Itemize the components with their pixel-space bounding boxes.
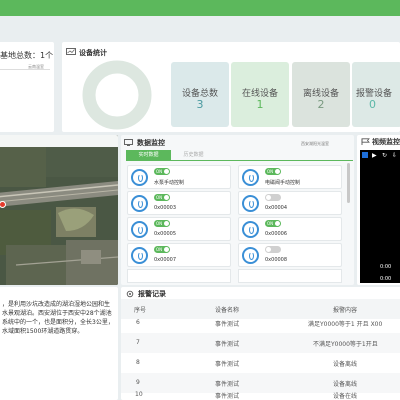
stat-online-value: 1 [256,98,264,111]
alarm-title: 报警记录 [138,290,166,298]
power-icon[interactable] [131,169,148,186]
cell-content: 不满足Y0000等于1开且 [313,341,378,348]
play-icon[interactable]: ▶ [372,152,377,159]
video-time: 0:00 [380,264,392,270]
cell-id: 8 [136,359,140,366]
control-item: 0x00004 [238,191,342,215]
power-icon[interactable] [242,195,259,212]
control-toggle[interactable]: ON [265,168,281,175]
power-icon[interactable] [242,247,259,264]
monitor-title: 数据监控 [137,139,165,147]
cell-content: 设备离线 [333,381,358,388]
cell-id: 6 [136,319,140,326]
scrollbar[interactable] [347,163,350,203]
control-name: 水泵手动控制 [154,180,185,186]
power-icon[interactable] [242,221,259,238]
video-time-2: 0:00 [380,276,392,282]
control-toggle[interactable]: ON [265,220,281,227]
download-icon[interactable]: ⇩ [392,152,397,159]
stat-online: 在线设备 1 [231,62,289,127]
gear-icon [126,290,134,298]
cell-device: 事件测试 [215,381,240,388]
cell-content: 设备在线 [333,393,358,400]
control-item [238,269,342,283]
tab-history[interactable]: 历史数据 [171,150,216,160]
control-toggle[interactable]: ON [154,168,170,175]
table-row[interactable]: 10 事件测试 设备在线 [121,391,400,400]
table-row[interactable]: 9 事件测试 设备离线 [121,373,400,393]
tab-underline [126,160,353,161]
control-name: 0x00007 [154,257,177,263]
control-name: 0x00003 [154,205,177,211]
control-item [127,269,231,283]
device-stats-panel: 设备统计 设备总数 3 在线设备 1 离线设备 2 报警设备 0 [62,42,400,132]
power-icon[interactable] [131,195,148,212]
flag-icon [361,138,370,145]
satellite-map[interactable] [0,135,118,285]
cell-device: 事件测试 [215,393,240,400]
cell-id: 7 [136,339,140,346]
control-item: ON 0x00003 [127,191,231,215]
control-toggle[interactable] [265,246,281,253]
control-item: ON 0x00007 [127,243,231,267]
cell-content: 满足Y0000等于1 开且 X00 [308,321,383,328]
table-row[interactable]: 7 事件测试 不满足Y0000等于1开且 [121,333,400,353]
control-item: ON 0x00005 [127,217,231,241]
cell-device: 事件测试 [215,321,240,328]
control-toggle[interactable] [265,194,281,201]
tab-realtime[interactable]: 实时数据 [126,150,171,160]
refresh-icon[interactable]: ↻ [382,152,387,159]
data-monitor-panel: 数据监控 西安湖阳光温室 实时数据 历史数据 ON 水泵手动控制 ON 电磁阀手… [121,135,354,285]
map-imagery [0,135,118,285]
control-name: 0x00005 [154,231,177,237]
cell-id: 10 [135,391,143,398]
control-toggle[interactable]: ON [154,220,170,227]
video-tab-icon[interactable] [362,152,368,158]
control-toggle[interactable]: ON [154,246,170,253]
monitor-icon [124,139,133,146]
stat-alarm-value: 0 [369,98,376,111]
cell-device: 事件测试 [215,361,240,368]
stat-offline-value: 2 [317,98,325,111]
power-icon[interactable] [131,221,148,238]
power-icon[interactable] [242,169,259,186]
control-toggle[interactable]: ON [154,194,170,201]
control-name: 0x00006 [265,231,288,237]
description-panel: ，是利用沙坑改造成的湖泊湿地公园和生水景观湖泊。西安湖位于西安中28个湖池系统中… [0,287,118,400]
monitor-location[interactable]: 西安湖阳光温室 [301,141,329,147]
alarm-records-panel: 报警记录 序号 设备名称 报警内容 6 事件测试 满足Y0000等于1 开且 X… [121,287,400,400]
device-donut-chart [82,60,152,130]
video-title: 视频监控 [372,138,400,146]
stat-total: 设备总数 3 [171,62,229,127]
control-item: 0x00008 [238,243,342,267]
stat-total-value: 3 [196,98,204,111]
description-text: ，是利用沙坑改造成的湖泊湿地公园和生水景观湖泊。西安湖位于西安中28个湖池系统中… [2,301,114,335]
stat-alarm: 报警设备 0 [352,62,400,127]
base-info-panel: 基地总数：1个 云南温室 [0,42,54,132]
control-item: ON 水泵手动控制 [127,165,231,189]
base-count-label: 基地总数：1个 [0,51,54,60]
video-player[interactable]: ▶ ↻ ⇩ 0:00 0:00 [360,150,400,283]
control-name: 0x00004 [265,205,288,211]
divider [0,69,50,70]
control-name: 0x00008 [265,257,288,263]
control-item: ON 电磁阀手动控制 [238,165,342,189]
cell-id: 9 [136,379,140,386]
cell-content: 设备离线 [333,361,358,368]
table-row[interactable]: 6 事件测试 满足Y0000等于1 开且 X00 [121,313,400,333]
stat-offline: 离线设备 2 [292,62,350,127]
video-monitor-panel: 视频监控 ▶ ↻ ⇩ 0:00 0:00 [357,135,400,285]
stats-title: 设备统计 [79,49,107,57]
table-row[interactable]: 8 事件测试 设备离线 [121,353,400,373]
top-bar [0,0,400,16]
cell-device: 事件测试 [215,341,240,348]
power-icon[interactable] [131,247,148,264]
control-item: ON 0x00006 [238,217,342,241]
control-name: 电磁阀手动控制 [265,180,301,186]
chart-icon [66,48,76,55]
